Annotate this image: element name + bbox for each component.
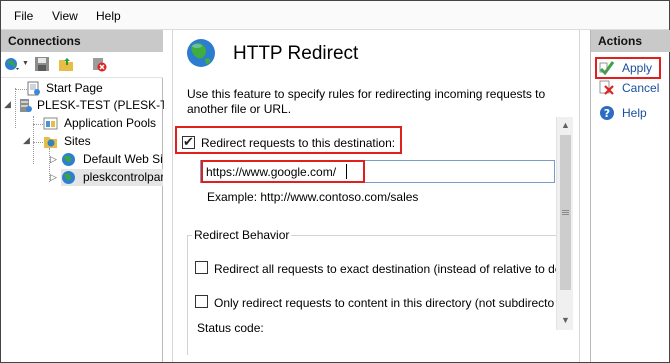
save-icon[interactable] [34, 56, 50, 72]
cancel-icon [599, 80, 614, 95]
tree-item-sites[interactable]: Sites [43, 133, 163, 150]
redirect-behavior-label: Redirect Behavior [192, 228, 292, 242]
menu-file[interactable]: File [14, 9, 33, 23]
dropdown-arrow-icon[interactable]: ▼ [22, 60, 29, 67]
disconnect-icon[interactable] [91, 56, 107, 72]
folder-up-icon[interactable] [58, 56, 74, 72]
scrollbar-grip [562, 210, 569, 215]
feature-vertical-scrollbar[interactable]: ▲ ▼ [556, 117, 573, 330]
only-directory-label: Only redirect requests to content in thi… [214, 296, 555, 310]
connections-panel: Connections ▼ Start Page ◢ PLESK-TEST (P… [1, 30, 176, 362]
status-code-label: Status code: [197, 321, 264, 335]
http-redirect-globe-icon [185, 37, 217, 69]
page-title: HTTP Redirect [233, 43, 359, 64]
exact-destination-label: Redirect all requests to exact destinati… [214, 262, 556, 276]
redirect-behavior-group [187, 235, 557, 355]
connections-header: Connections [1, 30, 163, 52]
globe-icon [61, 152, 76, 167]
collapse-server-icon[interactable]: ◢ [4, 96, 11, 113]
expand-default-site-icon[interactable]: ▷ [50, 151, 57, 168]
actions-header: Actions [591, 30, 670, 52]
apply-link[interactable]: Apply [622, 61, 652, 75]
destination-example: Example: http://www.contoso.com/sales [207, 190, 419, 204]
tree-item-application-pools[interactable]: Application Pools [43, 115, 163, 132]
connect-globe-icon[interactable] [4, 56, 20, 72]
tree-item-server[interactable]: PLESK-TEST (PLESK-TE [18, 97, 176, 114]
tree-line [33, 142, 43, 143]
server-icon [18, 98, 33, 113]
application-pools-icon [43, 116, 58, 131]
exact-destination-checkbox[interactable] [195, 261, 208, 274]
menu-bar: File View Help [1, 1, 669, 30]
feature-description: Use this feature to specify rules for re… [187, 87, 546, 116]
apply-check-icon [599, 60, 615, 76]
help-link[interactable]: Help [622, 106, 647, 120]
menu-help[interactable]: Help [96, 9, 121, 23]
destination-input-value: https://www.google.com/ [206, 165, 337, 179]
tree-line [15, 88, 16, 128]
cancel-link[interactable]: Cancel [622, 81, 659, 95]
tree-line [33, 124, 43, 125]
expand-pleskcontrolpanel-icon[interactable]: ▷ [50, 169, 57, 186]
sites-folder-icon [43, 134, 58, 149]
tree-item-default-web-site[interactable]: Default Web Sit [61, 151, 163, 168]
svg-text:?: ? [604, 107, 610, 120]
collapse-sites-icon[interactable]: ◢ [23, 132, 30, 149]
only-directory-checkbox[interactable] [195, 295, 208, 308]
tree-item-pleskcontrolpanel[interactable]: pleskcontrolpar [61, 169, 163, 186]
globe-icon [61, 170, 76, 185]
menu-view[interactable]: View [52, 9, 78, 23]
scroll-up-icon[interactable]: ▲ [559, 119, 572, 132]
scrollbar-thumb[interactable] [560, 135, 571, 290]
tree-item-start-page[interactable]: Start Page [26, 80, 156, 97]
start-page-icon [26, 81, 41, 96]
connections-toolbar: ▼ [1, 52, 163, 78]
text-caret [346, 164, 347, 179]
redirect-checkbox[interactable] [182, 134, 195, 150]
scroll-down-icon[interactable]: ▼ [559, 314, 572, 327]
help-icon: ? [599, 105, 614, 120]
redirect-checkbox-label: Redirect requests to this destination: [201, 136, 396, 150]
